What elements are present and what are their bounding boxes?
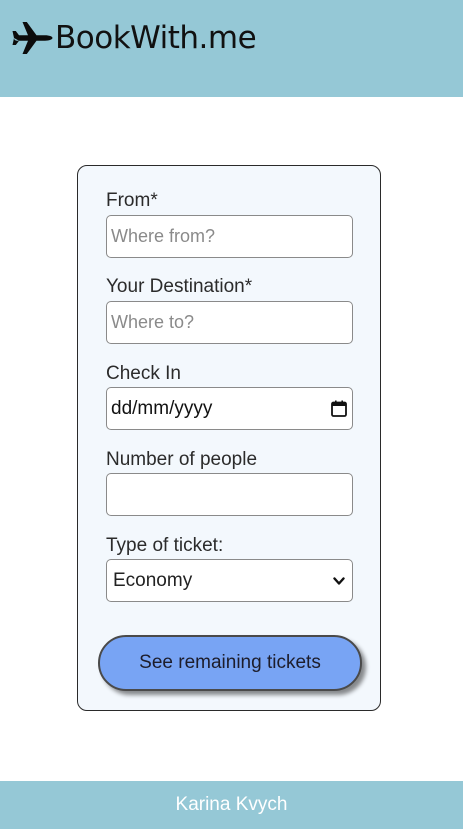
from-input[interactable]: Where from?: [106, 215, 353, 258]
from-label: From*: [106, 190, 158, 211]
site-header: BookWith.me: [0, 0, 463, 97]
check-in-label: Check In: [106, 363, 181, 384]
destination-input[interactable]: Where to?: [106, 301, 353, 344]
chevron-down-icon: [333, 577, 345, 585]
site-footer: Karina Kvych: [0, 781, 463, 829]
from-placeholder: Where from?: [111, 226, 216, 246]
ticket-type-label: Type of ticket:: [106, 535, 224, 556]
check-in-date-input[interactable]: dd/mm/yyyy: [106, 387, 353, 430]
ticket-type-select[interactable]: Economy: [106, 559, 353, 602]
people-label: Number of people: [106, 449, 258, 470]
see-tickets-button[interactable]: See remaining tickets: [98, 635, 362, 691]
booking-form: From* Where from? Your Destination* Wher…: [77, 165, 381, 711]
airplane-icon: [12, 22, 53, 54]
destination-placeholder: Where to?: [111, 312, 195, 332]
destination-label: Your Destination*: [106, 276, 253, 297]
calendar-icon[interactable]: [331, 400, 347, 417]
logo[interactable]: BookWith.me: [12, 16, 257, 60]
footer-author: Karina Kvych: [175, 794, 288, 815]
people-input[interactable]: [106, 473, 353, 516]
check-in-date-value: dd/mm/yyyy: [111, 397, 213, 419]
logo-text: BookWith.me: [55, 20, 257, 56]
ticket-type-selected: Economy: [113, 569, 193, 591]
